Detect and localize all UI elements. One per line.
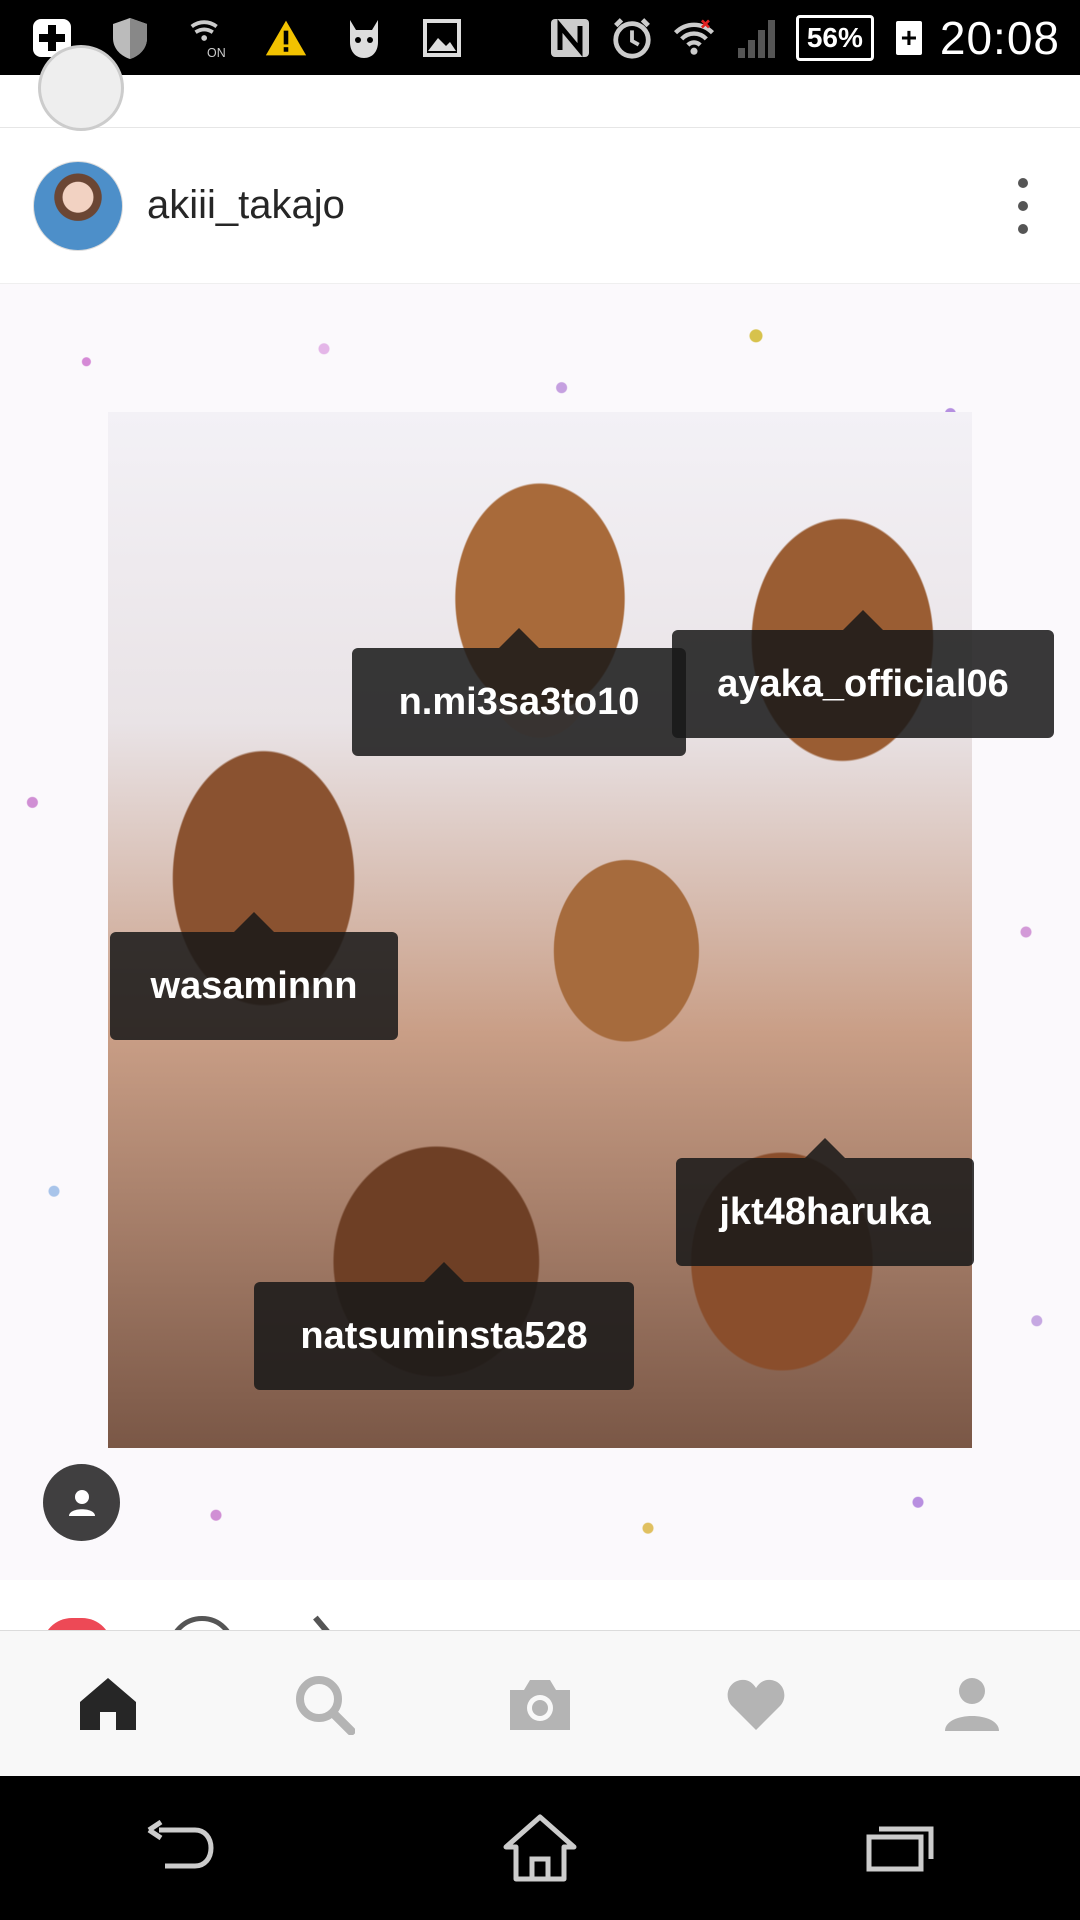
nfc-icon	[548, 16, 592, 60]
battery-icon: 56%	[795, 14, 874, 61]
shield-icon	[108, 16, 152, 60]
user-tag[interactable]: ayaka_official06	[672, 610, 1054, 738]
cat-icon	[342, 16, 386, 60]
avatar[interactable]	[33, 160, 123, 251]
svg-text:ON: ON	[207, 46, 226, 60]
nav-search-icon[interactable]	[264, 1644, 384, 1764]
recents-icon[interactable]	[830, 1788, 970, 1908]
system-home-icon[interactable]	[470, 1788, 610, 1908]
user-tag[interactable]: jkt48haruka	[676, 1138, 974, 1266]
user-tag[interactable]: n.mi3sa3to10	[352, 628, 686, 756]
battery-charging-indicator: +	[895, 20, 922, 55]
signal-icon	[734, 16, 778, 60]
warning-icon	[264, 16, 308, 60]
image-icon	[420, 16, 464, 60]
more-options-icon[interactable]	[1008, 178, 1038, 234]
post-actions	[0, 1580, 1080, 1684]
status-bar: ON 56% + 20:08	[0, 0, 1080, 75]
user-tag[interactable]: natsuminsta528	[254, 1262, 634, 1390]
user-tag[interactable]: wasaminnn	[110, 912, 398, 1040]
clock: 20:08	[939, 11, 1060, 64]
post-image[interactable]: n.mi3sa3to10 ayaka_official06 wasaminnn …	[0, 284, 1080, 1580]
previous-post-avatar[interactable]	[38, 45, 124, 131]
post-username[interactable]: akiii_takajo	[147, 183, 345, 228]
wifi-icon	[672, 16, 716, 60]
nav-home-icon[interactable]	[48, 1644, 168, 1764]
nav-activity-heart-icon[interactable]	[696, 1644, 816, 1764]
previous-post-remnant	[0, 45, 1080, 131]
battery-percent: 56%	[806, 21, 863, 53]
bottom-navigation	[0, 1630, 1080, 1777]
back-icon[interactable]	[110, 1788, 250, 1908]
system-navigation-bar	[0, 1776, 1080, 1920]
nav-camera-icon[interactable]	[480, 1644, 600, 1764]
alarm-icon	[610, 16, 654, 60]
tagged-people-icon[interactable]	[43, 1464, 120, 1541]
nav-profile-icon[interactable]	[912, 1644, 1032, 1764]
nfc-on-icon: ON	[186, 16, 230, 60]
post-header: akiii_takajo	[0, 128, 1080, 284]
